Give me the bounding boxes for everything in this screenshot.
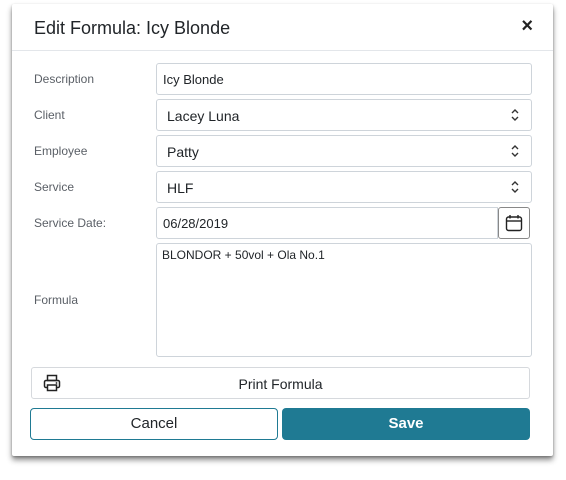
client-value: Lacey Luna xyxy=(167,108,240,124)
print-formula-button[interactable]: Print Formula xyxy=(31,367,530,399)
formula-textarea[interactable]: BLONDOR + 50vol + Ola No.1 xyxy=(156,243,532,357)
service-value: HLF xyxy=(167,180,194,196)
service-date-input[interactable]: 06/28/2019 xyxy=(156,207,498,239)
print-formula-label: Print Formula xyxy=(238,376,323,392)
service-date-label: Service Date: xyxy=(34,216,107,230)
client-label: Client xyxy=(34,108,65,122)
employee-value: Patty xyxy=(167,144,199,160)
employee-label: Employee xyxy=(34,144,88,158)
select-arrows-icon xyxy=(511,145,519,157)
close-icon[interactable]: × xyxy=(521,14,533,38)
description-label: Description xyxy=(34,72,95,86)
calendar-icon xyxy=(505,215,523,232)
save-button[interactable]: Save xyxy=(282,408,530,440)
calendar-button[interactable] xyxy=(498,207,530,239)
service-date-value: 06/28/2019 xyxy=(163,216,229,231)
description-value: Icy Blonde xyxy=(163,72,224,87)
description-input[interactable]: Icy Blonde xyxy=(156,63,532,95)
client-select[interactable]: Lacey Luna xyxy=(156,99,532,131)
dialog-header: Edit Formula: Icy Blonde × xyxy=(12,4,553,51)
cancel-button[interactable]: Cancel xyxy=(30,408,278,440)
dialog-title: Edit Formula: Icy Blonde xyxy=(34,18,231,38)
service-label: Service xyxy=(34,180,75,194)
edit-formula-dialog: Edit Formula: Icy Blonde × Description I… xyxy=(12,4,553,456)
select-arrows-icon xyxy=(511,181,519,193)
employee-select[interactable]: Patty xyxy=(156,135,532,167)
formula-label: Formula xyxy=(34,293,79,307)
service-select[interactable]: HLF xyxy=(156,171,532,203)
select-arrows-icon xyxy=(511,109,519,121)
